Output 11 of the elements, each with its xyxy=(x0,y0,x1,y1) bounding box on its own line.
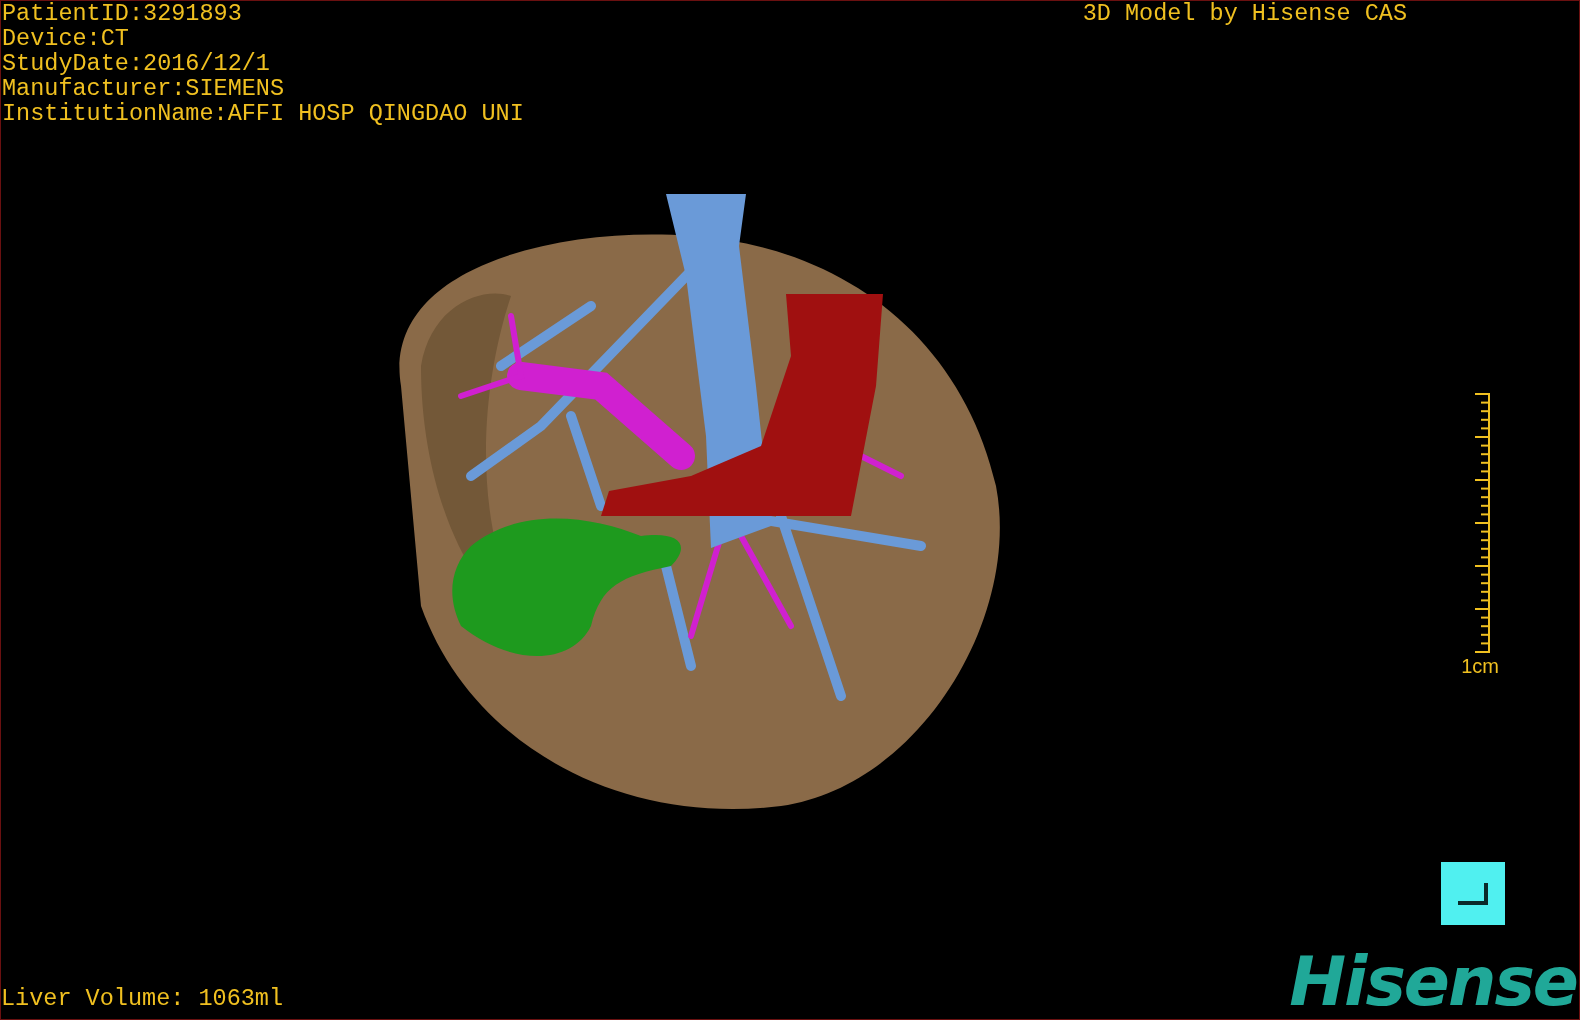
study-info-line: StudyDate:2016/12/1 xyxy=(2,51,271,76)
scale-label: 1cm xyxy=(1461,655,1499,678)
study-info-line: Manufacturer:SIEMENS xyxy=(2,76,286,101)
corner-icon xyxy=(1456,880,1490,907)
liver-volume-text: Liver Volume: 1063ml xyxy=(1,986,284,1014)
study-info-line: Device:CT xyxy=(2,26,130,51)
study-info-line: PatientID:3291893 xyxy=(2,1,243,26)
corner-button[interactable] xyxy=(1441,862,1505,925)
brand-logo: Hisense xyxy=(1289,945,1577,1019)
study-info-line: InstitutionName:AFFI HOSP QINGDAO UNI xyxy=(2,101,524,126)
viewer-title: 3D Model by Hisense CAS xyxy=(1082,1,1407,26)
